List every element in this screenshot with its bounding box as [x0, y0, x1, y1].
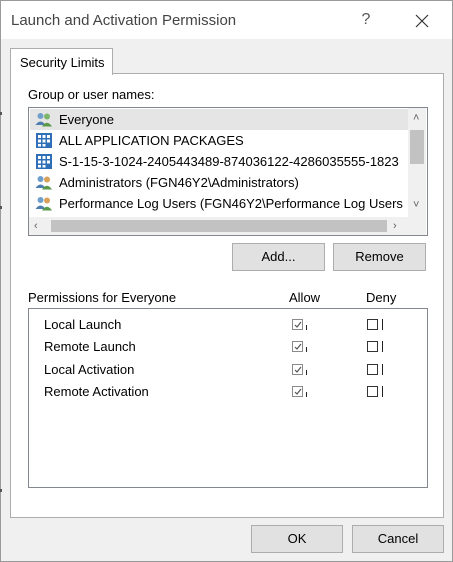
- users-horizontal-scrollbar[interactable]: ‹ ›: [29, 217, 408, 235]
- group-icon: [35, 113, 52, 127]
- permission-name: Remote Launch: [44, 339, 136, 354]
- allow-checkbox-remote-activation[interactable]: [292, 386, 303, 397]
- background-artifact: [0, 206, 2, 209]
- checkmark-icon: [294, 366, 302, 373]
- scroll-left-icon[interactable]: ‹: [34, 220, 38, 232]
- user-item-everyone[interactable]: Everyone: [30, 109, 408, 130]
- scroll-right-icon[interactable]: ›: [393, 220, 397, 232]
- title-bar: Launch and Activation Permission ?: [1, 1, 452, 39]
- help-button[interactable]: ?: [354, 8, 378, 32]
- allow-checkbox-remote-launch[interactable]: [292, 341, 303, 352]
- focus-tick: [306, 370, 307, 375]
- user-name: ALL APPLICATION PACKAGES: [59, 133, 244, 148]
- permission-name: Local Activation: [44, 362, 135, 377]
- allow-column-header: Allow: [289, 290, 321, 305]
- user-item-sid[interactable]: S-1-15-3-1024-2405443489-874036122-42860…: [30, 151, 408, 172]
- user-name: Performance Log Users (FGN46Y2\Performan…: [59, 196, 403, 211]
- user-name: Administrators (FGN46Y2\Administrators): [59, 175, 299, 190]
- add-button[interactable]: Add...: [232, 243, 325, 271]
- users-label: Group or user names:: [28, 87, 155, 102]
- remove-button[interactable]: Remove: [333, 243, 426, 271]
- scroll-down-icon[interactable]: ˅: [413, 199, 419, 211]
- deny-checkbox-local-activation[interactable]: [367, 364, 378, 375]
- checkmark-icon: [294, 388, 302, 395]
- user-item-all-app-packages[interactable]: ALL APPLICATION PACKAGES: [30, 130, 408, 151]
- focus-tick: [382, 341, 383, 352]
- ok-button[interactable]: OK: [251, 525, 343, 553]
- permission-name: Local Launch: [44, 317, 122, 332]
- scrollbar-thumb[interactable]: [51, 220, 387, 232]
- focus-tick: [306, 347, 307, 352]
- permissions-list: Local Launch Remote Launch Local Activat…: [28, 308, 428, 488]
- user-name: Everyone: [59, 112, 114, 127]
- group-icon: [35, 176, 52, 190]
- deny-column-header: Deny: [366, 290, 397, 305]
- user-item-performance-log-users[interactable]: Performance Log Users (FGN46Y2\Performan…: [30, 193, 408, 214]
- background-artifact: [0, 489, 2, 492]
- user-item-administrators[interactable]: Administrators (FGN46Y2\Administrators): [30, 172, 408, 193]
- window-title: Launch and Activation Permission: [11, 12, 237, 29]
- permission-name: Remote Activation: [44, 384, 149, 399]
- tab-security-limits[interactable]: Security Limits: [10, 48, 113, 75]
- permissions-label: Permissions for Everyone: [28, 290, 177, 305]
- deny-checkbox-remote-activation[interactable]: [367, 386, 378, 397]
- background-artifact: [0, 112, 2, 115]
- deny-checkbox-local-launch[interactable]: [367, 319, 378, 330]
- permission-dialog: Launch and Activation Permission ? Secur…: [0, 0, 453, 562]
- checkmark-icon: [294, 343, 302, 350]
- scroll-corner: [408, 217, 426, 235]
- user-name: S-1-15-3-1024-2405443489-874036122-42860…: [59, 154, 399, 169]
- group-icon: [35, 197, 52, 211]
- allow-checkbox-local-launch[interactable]: [292, 319, 303, 330]
- users-listbox[interactable]: Everyone ALL APPLICATION PACKAGES S-1-15…: [28, 107, 428, 236]
- close-icon: [415, 14, 429, 28]
- focus-tick: [306, 325, 307, 330]
- users-vertical-scrollbar[interactable]: ˄ ˅: [408, 108, 426, 217]
- focus-tick: [382, 364, 383, 375]
- focus-tick: [382, 386, 383, 397]
- cancel-button[interactable]: Cancel: [352, 525, 444, 553]
- checkmark-icon: [294, 321, 302, 328]
- app-packages-icon: [36, 154, 52, 169]
- tab-label: Security Limits: [20, 55, 105, 70]
- app-packages-icon: [36, 133, 52, 148]
- focus-tick: [306, 392, 307, 397]
- close-button[interactable]: [405, 8, 439, 34]
- allow-checkbox-local-activation[interactable]: [292, 364, 303, 375]
- focus-tick: [382, 319, 383, 330]
- scroll-up-icon[interactable]: ˄: [413, 112, 419, 124]
- scrollbar-thumb[interactable]: [410, 130, 424, 164]
- deny-checkbox-remote-launch[interactable]: [367, 341, 378, 352]
